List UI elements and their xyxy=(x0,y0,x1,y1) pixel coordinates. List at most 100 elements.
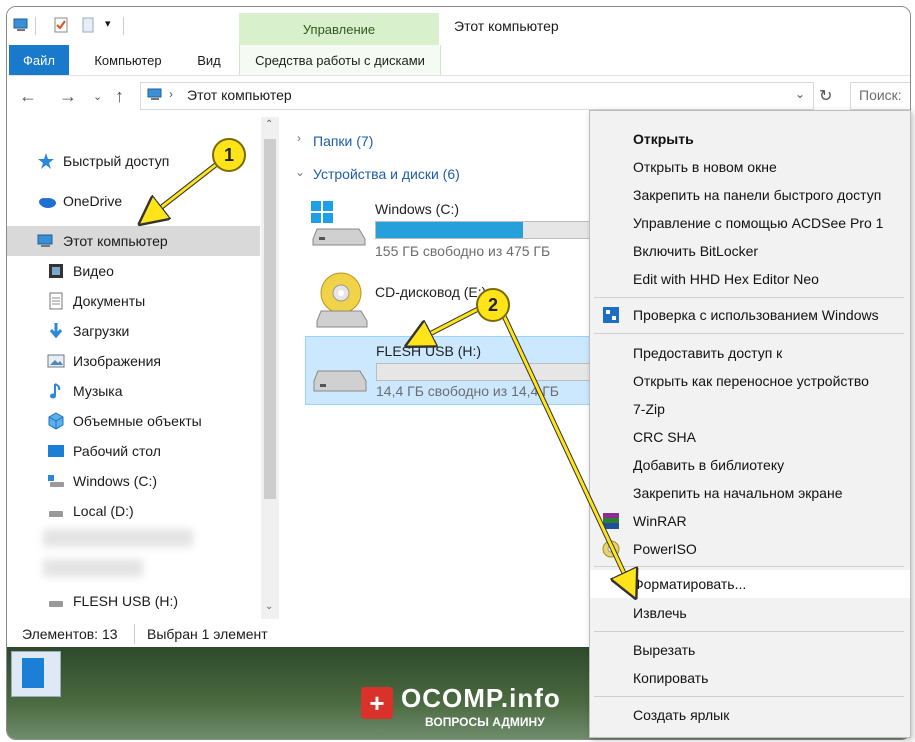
tab-view[interactable]: Вид xyxy=(187,45,231,75)
menu-separator xyxy=(594,631,904,632)
sidebar-item-music[interactable]: Музыка xyxy=(7,376,300,406)
title-bar: ▾ Управление Этот компьютер xyxy=(7,7,910,45)
tab-computer[interactable]: Компьютер xyxy=(82,45,174,75)
drive-tile-e[interactable]: CD-дисковод (E:) xyxy=(305,267,597,329)
divider xyxy=(123,17,124,35)
address-dropdown-icon[interactable]: ⌄ xyxy=(795,87,805,101)
usb-drive-icon xyxy=(47,592,65,610)
menu-item-open-new-window[interactable]: Открыть в новом окне xyxy=(590,153,910,181)
sidebar-item-pictures[interactable]: Изображения xyxy=(7,346,300,376)
menu-item-create-shortcut[interactable]: Создать ярлык xyxy=(590,701,910,729)
scroll-up-icon[interactable]: ⌃ xyxy=(265,119,273,130)
chevron-right-icon[interactable]: › xyxy=(297,131,301,145)
item-count: Элементов: 13 xyxy=(22,626,118,642)
new-folder-icon[interactable] xyxy=(81,17,97,33)
recent-locations-chevron-icon[interactable]: ⌄ xyxy=(93,90,102,103)
menu-item-cut[interactable]: Вырезать xyxy=(590,636,910,664)
drive-usage-fill xyxy=(376,222,524,238)
drive-tile-c[interactable]: Windows (C:) 155 ГБ свободно из 475 ГБ xyxy=(305,191,597,259)
drive-tile-h[interactable]: FLESH USB (H:) 14,4 ГБ свободно из 14,4 … xyxy=(305,336,599,405)
file-icon xyxy=(22,658,44,688)
breadcrumb[interactable]: Этот компьютер xyxy=(187,87,292,103)
blurred-item xyxy=(43,529,193,547)
menu-item-acdsee[interactable]: Управление с помощью ACDSee Pro 1 xyxy=(590,209,910,237)
sidebar-item-label: Видео xyxy=(73,263,114,279)
sidebar-item-quick-access[interactable]: Быстрый доступ xyxy=(7,146,290,176)
tab-drive-tools[interactable]: Средства работы с дисками xyxy=(239,45,441,75)
sidebar-item-flash-usb[interactable]: FLESH USB (H:) xyxy=(7,586,300,616)
menu-item-poweriso[interactable]: PowerISO xyxy=(590,535,910,563)
window-title: Этот компьютер xyxy=(454,18,559,34)
menu-item-pin-quick-access[interactable]: Закрепить на панели быстрого доступ xyxy=(590,181,910,209)
menu-item-winrar[interactable]: WinRAR xyxy=(590,507,910,535)
menu-item-crc-sha[interactable]: CRC SHA xyxy=(590,423,910,451)
sidebar-item-label: Документы xyxy=(73,293,146,309)
drive-icon xyxy=(47,502,65,520)
film-icon xyxy=(47,262,65,280)
cd-drive-icon xyxy=(315,271,371,332)
winrar-icon xyxy=(602,512,620,533)
menu-item-open[interactable]: Открыть xyxy=(590,125,910,153)
sidebar-item-drive-c[interactable]: Windows (C:) xyxy=(7,466,300,496)
chevron-down-icon[interactable]: ⌄ xyxy=(295,165,305,179)
sidebar-item-label: Загрузки xyxy=(73,323,130,339)
breadcrumb-separator-icon[interactable]: › xyxy=(169,87,173,101)
sidebar-item-label: Этот компьютер xyxy=(63,233,168,249)
menu-separator xyxy=(594,333,904,334)
computer-icon[interactable] xyxy=(13,17,29,33)
menu-item-hex-editor[interactable]: Edit with HHD Hex Editor Neo xyxy=(590,265,910,293)
scroll-thumb[interactable] xyxy=(264,139,276,499)
sidebar-item-this-pc[interactable]: Этот компьютер xyxy=(7,226,260,256)
menu-item-pin-start[interactable]: Закрепить на начальном экране xyxy=(590,479,910,507)
download-icon xyxy=(47,322,65,340)
sidebar-item-video[interactable]: Видео xyxy=(7,256,300,286)
address-bar[interactable]: › Этот компьютер ⌄ xyxy=(140,82,814,110)
sidebar-item-desktop[interactable]: Рабочий стол xyxy=(7,436,300,466)
sidebar-scrollbar[interactable]: ⌃ ⌄ xyxy=(261,117,279,619)
drive-free-space: 155 ГБ свободно из 475 ГБ xyxy=(375,243,551,259)
menu-item-defender-scan[interactable]: Проверка с использованием Windows xyxy=(590,301,910,329)
document-icon xyxy=(47,292,65,310)
menu-item-format[interactable]: Форматировать... xyxy=(590,570,910,598)
sidebar-item-3d-objects[interactable]: Объемные объекты xyxy=(7,406,300,436)
forward-arrow-icon[interactable]: → xyxy=(59,86,77,107)
desktop-shortcut-icon[interactable] xyxy=(11,651,61,697)
menu-item-copy[interactable]: Копировать xyxy=(590,664,910,692)
drive-icon xyxy=(47,472,65,490)
computer-icon xyxy=(147,88,163,105)
blurred-item xyxy=(43,559,143,577)
sidebar-item-downloads[interactable]: Загрузки xyxy=(7,316,300,346)
watermark-brand: OCOMP.info xyxy=(401,683,561,713)
menu-item-add-library[interactable]: Добавить в библиотеку xyxy=(590,451,910,479)
music-icon xyxy=(47,382,65,400)
divider xyxy=(35,17,36,35)
group-folders[interactable]: Папки (7) xyxy=(313,133,373,149)
menu-item-open-portable[interactable]: Открыть как переносное устройство xyxy=(590,367,910,395)
up-arrow-icon[interactable]: ↑ xyxy=(115,86,124,107)
windows-drive-icon xyxy=(311,199,367,250)
ribbon-tabs: Файл Компьютер Вид Средства работы с дис… xyxy=(7,45,910,76)
group-devices[interactable]: Устройства и диски (6) xyxy=(313,166,460,182)
menu-item-bitlocker[interactable]: Включить BitLocker xyxy=(590,237,910,265)
sidebar-item-label: Рабочий стол xyxy=(73,443,161,459)
sidebar-item-drive-d[interactable]: Local (D:) xyxy=(7,496,300,526)
menu-item-7zip[interactable]: 7-Zip xyxy=(590,395,910,423)
menu-item-eject[interactable]: Извлечь xyxy=(590,599,910,627)
sidebar-item-label: Local (D:) xyxy=(73,503,134,519)
refresh-icon[interactable]: ↻ xyxy=(819,86,832,106)
search-input[interactable]: Поиск: xyxy=(850,82,910,110)
sidebar-item-label: Музыка xyxy=(73,383,123,399)
scroll-down-icon[interactable]: ⌄ xyxy=(265,601,273,612)
manage-tab-group-label: Управление xyxy=(239,13,439,45)
plus-logo-icon: + xyxy=(361,687,393,719)
menu-item-share[interactable]: Предоставить доступ к xyxy=(590,339,910,367)
sidebar-item-onedrive[interactable]: OneDrive xyxy=(7,186,290,216)
tab-file[interactable]: Файл xyxy=(9,45,69,75)
back-arrow-icon[interactable]: ← xyxy=(19,86,37,107)
drive-free-space: 14,4 ГБ свободно из 14,4 ГБ xyxy=(376,383,559,399)
properties-icon[interactable] xyxy=(53,17,69,33)
star-icon xyxy=(37,152,55,170)
drive-name: FLESH USB (H:) xyxy=(376,343,482,359)
sidebar-item-documents[interactable]: Документы xyxy=(7,286,300,316)
customize-toolbar-icon[interactable]: ▾ xyxy=(105,17,111,30)
